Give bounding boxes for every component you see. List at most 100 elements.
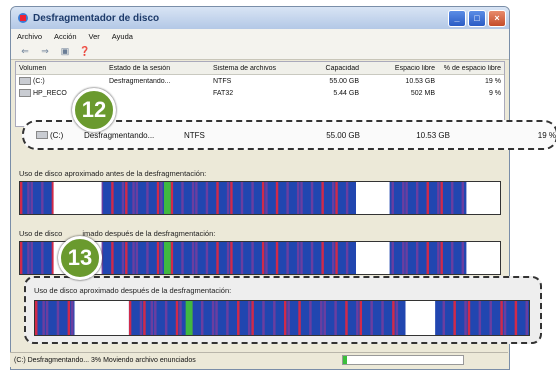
disk-segment: [416, 182, 419, 214]
disk-segment: [185, 301, 193, 335]
disk-segment: [67, 301, 71, 335]
disk-segment: [356, 182, 390, 214]
title-bar: Desfragmentador de disco _ □ ×: [11, 7, 509, 29]
disk-segment: [135, 242, 139, 274]
disk-segment: [391, 242, 394, 274]
minimize-button[interactable]: _: [448, 9, 466, 27]
disk-segment: [156, 242, 160, 274]
disk-segment: [273, 301, 276, 335]
disk-segment: [359, 301, 363, 335]
disk-segment: [156, 182, 160, 214]
disk-segment: [332, 182, 335, 214]
disk-segment: [451, 182, 454, 214]
disk-segment: [27, 182, 30, 214]
before-usage-bar: [19, 181, 501, 215]
disk-segment: [402, 182, 405, 214]
properties-icon[interactable]: ▣: [59, 45, 71, 57]
back-icon[interactable]: ⇐: [19, 45, 31, 57]
disk-segment: [125, 242, 128, 274]
disk-segment: [139, 301, 143, 335]
col-volumen[interactable]: Volumen: [16, 65, 106, 72]
menu-ver[interactable]: Ver: [89, 32, 100, 41]
col-espacio[interactable]: Espacio libre: [362, 65, 438, 72]
disk-segment: [283, 301, 287, 335]
disk-segment: [405, 301, 436, 335]
disk-segment: [464, 301, 467, 335]
disk-segment: [395, 301, 399, 335]
col-porcentaje[interactable]: % de espacio libre: [438, 65, 504, 72]
disk-segment: [240, 182, 244, 214]
disk-segment: [453, 301, 456, 335]
disk-segment: [335, 242, 338, 274]
disk-segment: [332, 242, 335, 274]
disk-segment: [45, 301, 49, 335]
col-sistema[interactable]: Sistema de archivos: [210, 65, 304, 72]
disk-segment: [226, 242, 230, 274]
disk-segment: [205, 242, 209, 274]
table-row[interactable]: (C:) Desfragmentando... NTFS 55.00 GB 10…: [16, 75, 504, 87]
disk-segment: [128, 301, 132, 335]
disk-segment: [195, 242, 198, 274]
menu-bar: Archivo Acción Ver Ayuda: [11, 29, 509, 43]
disk-segment: [370, 301, 373, 335]
disk-segment: [437, 242, 440, 274]
disk-segment: [251, 182, 254, 214]
disk-segment: [296, 242, 300, 274]
disk-segment: [298, 301, 301, 335]
disk-segment: [240, 242, 244, 274]
disk-segment: [440, 182, 443, 214]
disk-segment: [514, 301, 518, 335]
col-estado[interactable]: Estado de la sesión: [106, 65, 210, 72]
after-label-partial: Uso de disco imado después de la desfragm…: [19, 229, 216, 238]
disk-segment: [30, 182, 33, 214]
drive-icon: [19, 77, 31, 85]
help-icon[interactable]: ❓: [79, 45, 91, 57]
disk-segment: [143, 301, 146, 335]
menu-ayuda[interactable]: Ayuda: [112, 32, 133, 41]
disk-segment: [211, 301, 215, 335]
disk-segment: [466, 242, 500, 274]
disk-segment: [381, 301, 384, 335]
disk-segment: [135, 182, 139, 214]
window-title: Desfragmentador de disco: [33, 12, 160, 24]
disk-segment: [416, 242, 419, 274]
disk-segment: [321, 242, 324, 274]
disk-segment: [251, 301, 254, 335]
disk-segment: [30, 242, 33, 274]
disk-segment: [262, 301, 265, 335]
disk-segment: [405, 182, 408, 214]
disk-segment: [437, 182, 440, 214]
disk-segment: [195, 182, 198, 214]
drive-icon: [36, 131, 48, 140]
disk-segment: [125, 182, 128, 214]
disk-segment: [160, 182, 163, 214]
disk-segment: [309, 301, 312, 335]
defrag-app-icon: [17, 12, 29, 24]
disk-segment: [20, 242, 23, 274]
disk-segment: [334, 301, 337, 335]
disk-segment: [287, 301, 290, 335]
menu-accion[interactable]: Acción: [54, 32, 77, 41]
disk-segment: [320, 301, 323, 335]
disk-segment: [300, 242, 303, 274]
col-capacidad[interactable]: Capacidad: [304, 65, 362, 72]
disk-segment: [265, 182, 268, 214]
disk-segment: [489, 301, 492, 335]
menu-archivo[interactable]: Archivo: [17, 32, 42, 41]
after-label: Uso de disco aproximado después de la de…: [34, 286, 232, 295]
maximize-button[interactable]: □: [468, 9, 486, 27]
disk-segment: [310, 182, 314, 214]
disk-segment: [251, 242, 254, 274]
disk-segment: [175, 301, 179, 335]
disk-segment: [226, 301, 229, 335]
disk-segment: [200, 301, 204, 335]
close-button[interactable]: ×: [488, 9, 506, 27]
disk-segment: [356, 301, 359, 335]
disk-segment: [164, 242, 171, 274]
disk-segment: [42, 301, 45, 335]
disk-segment: [191, 242, 195, 274]
disk-segment: [132, 182, 135, 214]
disk-segment: [181, 242, 184, 274]
disk-segment: [286, 182, 289, 214]
forward-icon[interactable]: ⇒: [39, 45, 51, 57]
